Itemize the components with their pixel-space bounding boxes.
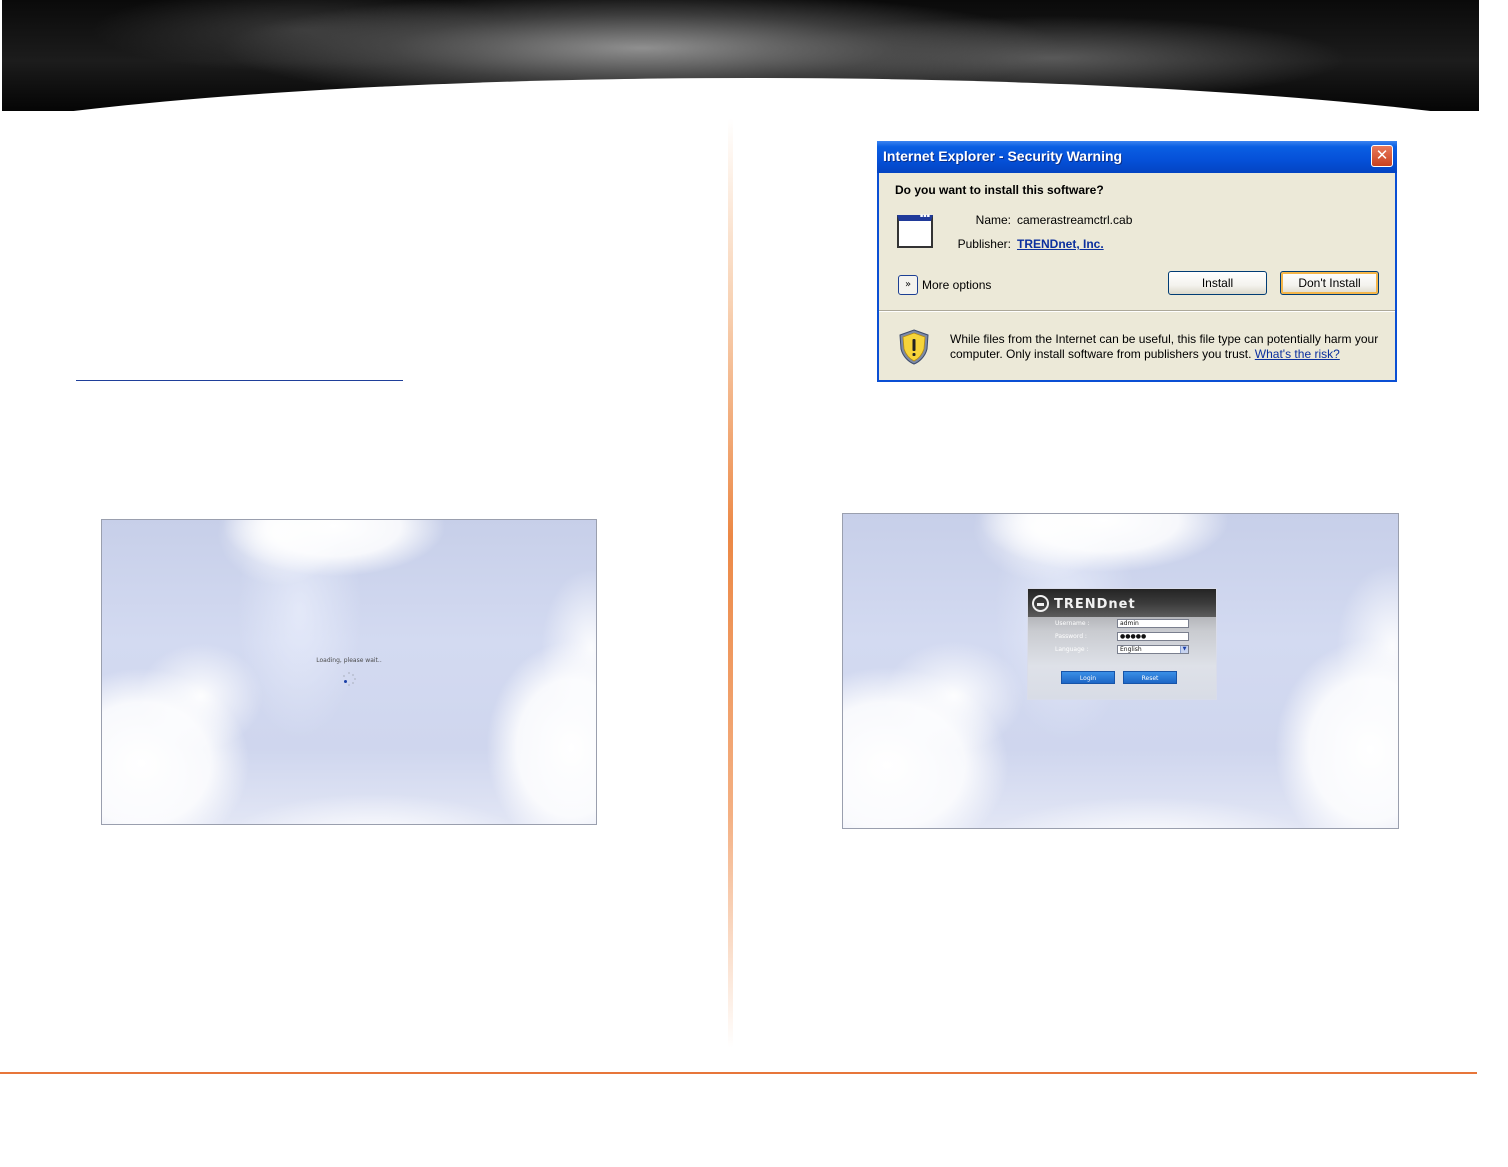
- login-panel: TRENDnet Username : admin Password : ●●●…: [1027, 588, 1217, 700]
- login-screenshot: TRENDnet Username : admin Password : ●●●…: [842, 513, 1399, 829]
- warning-message: While files from the Internet can be use…: [950, 332, 1390, 362]
- hyperlink-underline[interactable]: [76, 380, 403, 381]
- trendnet-logo-icon: [1032, 595, 1049, 612]
- expand-chevron-icon[interactable]: »: [898, 275, 918, 295]
- password-input[interactable]: ●●●●●: [1117, 632, 1189, 641]
- publisher-label: Publisher:: [957, 237, 1011, 251]
- dialog-separator-highlight: [879, 311, 1395, 312]
- language-label: Language :: [1055, 646, 1089, 653]
- brand-name: TRENDnet: [1054, 597, 1136, 612]
- install-question: Do you want to install this software?: [895, 183, 1104, 197]
- username-label: Username :: [1055, 620, 1090, 627]
- password-label: Password :: [1055, 633, 1087, 640]
- column-divider: [728, 118, 733, 1048]
- name-value: camerastreamctrl.cab: [1017, 213, 1133, 227]
- chevron-down-icon[interactable]: ▼: [1180, 646, 1188, 653]
- page-banner: [2, 0, 1479, 111]
- login-header: TRENDnet: [1028, 589, 1216, 617]
- whats-the-risk-link[interactable]: What's the risk?: [1255, 347, 1340, 361]
- loading-message: Loading, please wait..: [316, 657, 382, 664]
- username-input[interactable]: admin: [1117, 619, 1189, 628]
- dont-install-button[interactable]: Don't Install: [1280, 271, 1379, 295]
- security-warning-dialog: Internet Explorer - Security Warning ✕ D…: [877, 141, 1397, 382]
- shield-warning-icon: [899, 329, 929, 365]
- footer-rule: [0, 1072, 1477, 1074]
- name-label: Name:: [975, 213, 1011, 227]
- loading-screenshot: Loading, please wait..: [101, 519, 597, 825]
- language-select[interactable]: English ▼: [1117, 645, 1189, 654]
- banner-curve: [2, 78, 1479, 111]
- language-value: English: [1120, 646, 1142, 653]
- more-options-label[interactable]: More options: [922, 278, 991, 292]
- install-button[interactable]: Install: [1168, 271, 1267, 295]
- loading-spinner-icon: [342, 672, 356, 686]
- dialog-titlebar[interactable]: Internet Explorer - Security Warning ✕: [877, 141, 1397, 173]
- reset-button[interactable]: Reset: [1123, 671, 1177, 684]
- close-icon[interactable]: ✕: [1371, 145, 1393, 167]
- publisher-link[interactable]: TRENDnet, Inc.: [1017, 237, 1104, 251]
- window-file-icon: [897, 213, 933, 248]
- login-button[interactable]: Login: [1061, 671, 1115, 684]
- dialog-title: Internet Explorer - Security Warning: [883, 148, 1123, 164]
